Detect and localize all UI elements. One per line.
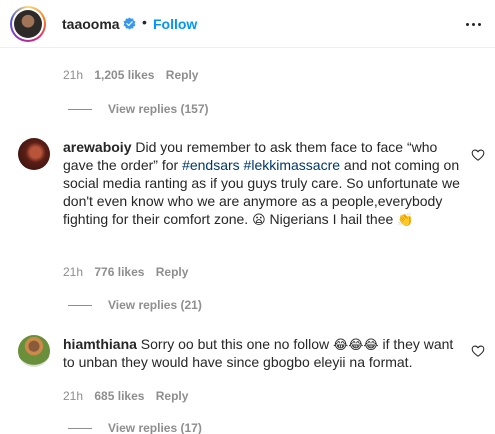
comment-meta: 21h 776 likes Reply bbox=[63, 265, 188, 279]
profile-avatar[interactable] bbox=[10, 6, 46, 42]
view-replies-label: View replies (17) bbox=[108, 421, 202, 434]
reply-button[interactable]: Reply bbox=[166, 68, 199, 82]
reply-button[interactable]: Reply bbox=[156, 389, 189, 403]
hashtag-link[interactable]: #endsars bbox=[182, 157, 240, 173]
commenter-avatar[interactable] bbox=[18, 335, 50, 367]
follow-button[interactable]: Follow bbox=[153, 16, 197, 32]
comment-text: Nigerians I hail thee bbox=[265, 211, 398, 227]
replies-divider bbox=[68, 428, 92, 430]
verified-badge-icon bbox=[123, 17, 136, 30]
comment-body: arewaboiy Did you remember to ask them f… bbox=[63, 138, 461, 228]
view-replies-label: View replies (21) bbox=[108, 298, 202, 312]
view-replies-button[interactable]: View replies (17) bbox=[68, 421, 202, 434]
comment-likes[interactable]: 1,205 likes bbox=[94, 68, 154, 82]
replies-divider bbox=[68, 305, 92, 307]
like-heart-icon[interactable] bbox=[471, 148, 485, 162]
avatar-image bbox=[14, 10, 42, 38]
comment-meta: 21h 685 likes Reply bbox=[63, 389, 188, 403]
comment-meta: 21h 1,205 likes Reply bbox=[63, 68, 198, 82]
like-heart-icon[interactable] bbox=[471, 344, 485, 358]
comment-time[interactable]: 21h bbox=[63, 68, 83, 82]
view-replies-button[interactable]: View replies (157) bbox=[68, 102, 209, 116]
comment-body: hiamthiana Sorry oo but this one no foll… bbox=[63, 335, 461, 371]
replies-divider bbox=[68, 109, 92, 111]
clap-emoji: 👏 bbox=[397, 212, 414, 227]
comment-time[interactable]: 21h bbox=[63, 265, 83, 279]
commenter-avatar[interactable] bbox=[18, 138, 50, 170]
header-separator: • bbox=[142, 14, 147, 30]
laughing-emoji: 😂😂😂 bbox=[333, 337, 379, 352]
reply-button[interactable]: Reply bbox=[156, 265, 189, 279]
hashtag-link[interactable]: #lekkimassacre bbox=[244, 157, 340, 173]
view-replies-button[interactable]: View replies (21) bbox=[68, 298, 202, 312]
sad-emoji: 😦 bbox=[252, 212, 266, 227]
comment-time[interactable]: 21h bbox=[63, 389, 83, 403]
comment-username[interactable]: arewaboiy bbox=[63, 139, 131, 155]
more-options-icon[interactable] bbox=[463, 14, 483, 34]
comment-username[interactable]: hiamthiana bbox=[63, 336, 137, 352]
comment-text: Sorry oo but this one no follow bbox=[140, 336, 334, 352]
comment-likes[interactable]: 776 likes bbox=[94, 265, 144, 279]
view-replies-label: View replies (157) bbox=[108, 102, 209, 116]
post-header: taaooma • Follow bbox=[0, 0, 495, 48]
header-username[interactable]: taaooma bbox=[62, 16, 120, 32]
comment-likes[interactable]: 685 likes bbox=[94, 389, 144, 403]
